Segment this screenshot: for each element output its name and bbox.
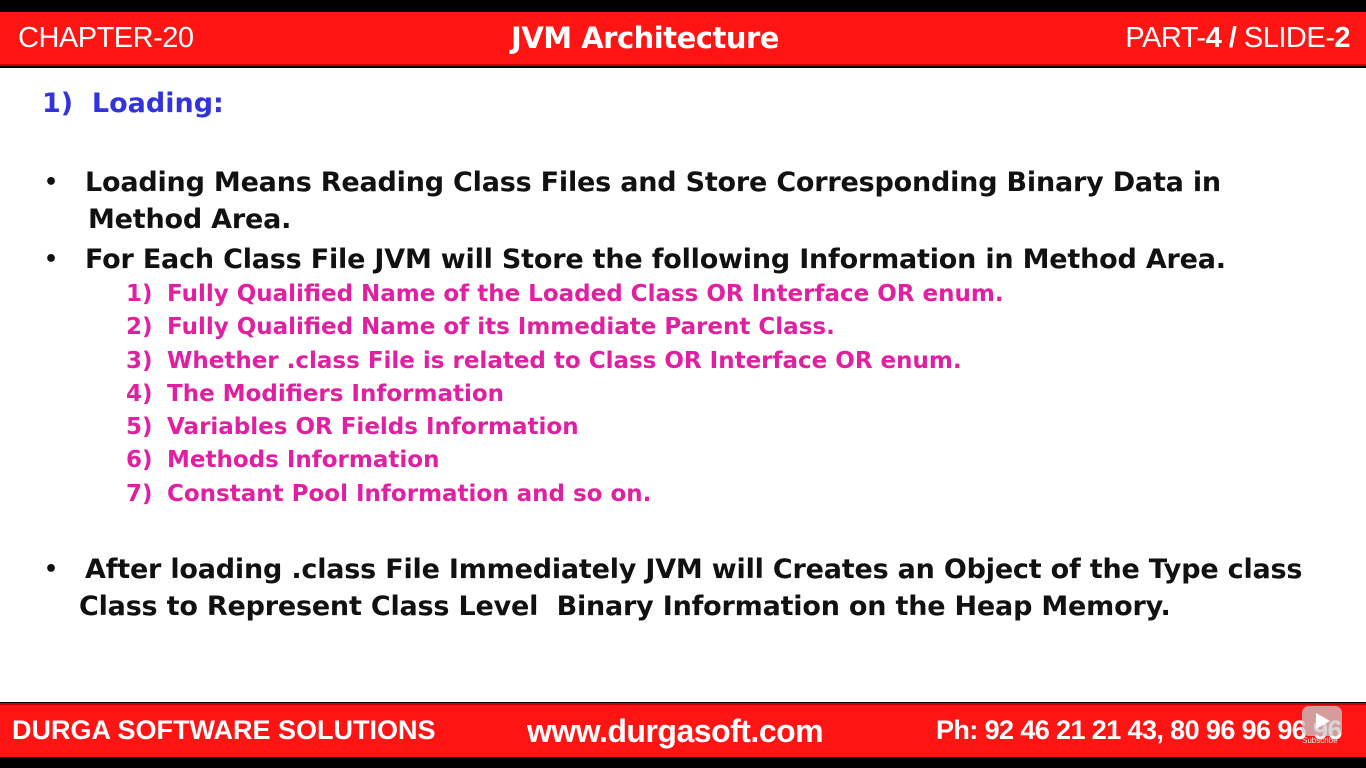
list-item: 2) Fully Qualified Name of its Immediate …	[126, 314, 835, 341]
phone-number: Ph: 92 46 21 21 43, 80 96 96 96 96	[936, 715, 1343, 745]
bullet-text: After loading .class File Immediately JV…	[85, 554, 1303, 585]
subscribe-label[interactable]: Subscribe	[1302, 736, 1338, 745]
bullet-icon: •	[44, 170, 58, 195]
part-slide-indicator: PART-4 / SLIDE-2	[1125, 22, 1350, 54]
bullet-text-continued: Method Area.	[88, 204, 292, 235]
list-item: 3) Whether .class File is related to Clas…	[126, 347, 962, 374]
youtube-subscribe-icon[interactable]	[1302, 706, 1342, 736]
slide-content: 1) Loading: • Loading Means Reading Clas…	[0, 68, 1366, 702]
bullet-icon: •	[44, 557, 58, 582]
website-link[interactable]: www.durgasoft.com	[527, 713, 824, 750]
list-item: 1) Fully Qualified Name of the Loaded Cla…	[126, 281, 1004, 307]
list-item: 7) Constant Pool Information and so on.	[126, 480, 652, 507]
footer-banner: DURGA SOFTWARE SOLUTIONS www.durgasoft.c…	[0, 703, 1366, 757]
bullet-text: For Each Class File JVM will Store the f…	[85, 244, 1226, 275]
header-banner: CHAPTER-20 JVM Architecture PART-4 / SLI…	[0, 12, 1366, 66]
list-item: 5) Variables OR Fields Information	[126, 414, 579, 441]
section-heading: 1) Loading:	[42, 88, 224, 119]
information-list: 1) Fully Qualified Name of the Loaded Cla…	[126, 278, 1004, 511]
bullet-text-continued: Class to Represent Class Level Binary In…	[79, 591, 1171, 622]
bullet-text: Loading Means Reading Class Files and St…	[85, 167, 1221, 198]
company-name: DURGA SOFTWARE SOLUTIONS	[12, 715, 436, 745]
slide-title: JVM Architecture	[511, 21, 779, 55]
bullet-icon: •	[44, 247, 58, 272]
list-item: 6) Methods Information	[126, 447, 440, 474]
list-item: 4) The Modifiers Information	[126, 380, 505, 407]
